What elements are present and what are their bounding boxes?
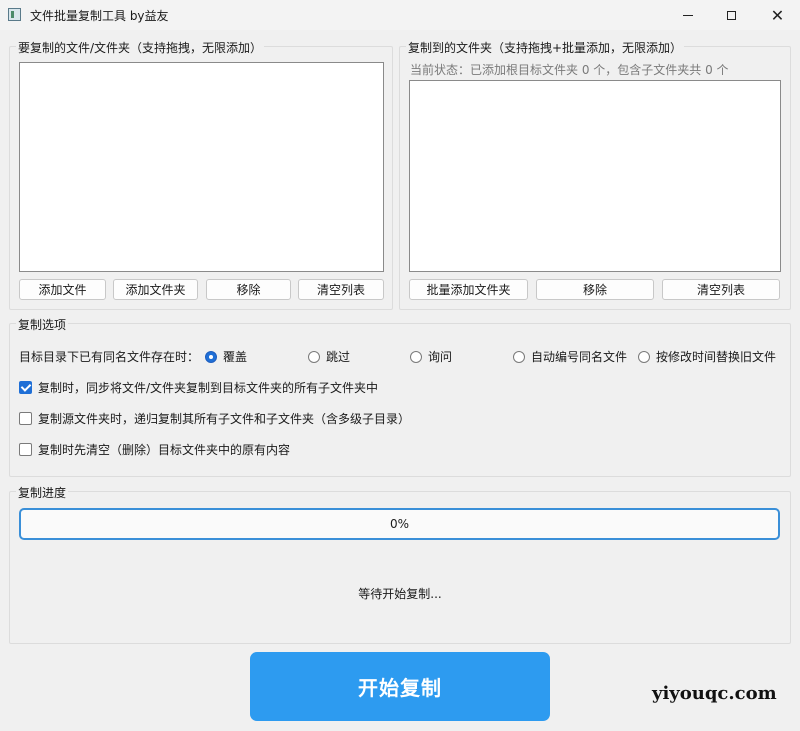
checkbox-recursive-copy[interactable]: 复制源文件夹时，递归复制其所有子文件和子文件夹（含多级子目录） — [19, 410, 410, 427]
progress-bar: 0% — [19, 508, 780, 540]
checkbox-indicator — [19, 443, 32, 456]
close-button[interactable]: ✕ — [755, 0, 800, 30]
radio-overwrite[interactable]: 覆盖 — [205, 348, 247, 365]
progress-group-title: 复制进度 — [16, 484, 69, 501]
radio-label: 自动编号同名文件 — [531, 350, 628, 364]
minimize-icon — [682, 14, 693, 16]
target-clear-button[interactable]: 清空列表 — [662, 279, 780, 300]
watermark: yiyouqc.com — [652, 683, 777, 704]
progress-percent-text: 0% — [389, 517, 410, 531]
options-group-title: 复制选项 — [16, 316, 69, 333]
radio-indicator — [638, 350, 650, 363]
source-group-title: 要复制的文件/文件夹（支持拖拽，无限添加） — [16, 39, 265, 56]
add-file-button[interactable]: 添加文件 — [19, 279, 106, 300]
checkbox-indicator — [19, 381, 32, 394]
radio-indicator — [308, 350, 320, 363]
window-title: 文件批量复制工具 by益友 — [30, 9, 169, 23]
checkbox-indicator — [19, 412, 32, 425]
maximize-button[interactable] — [709, 0, 754, 30]
checkbox-label: 复制时，同步将文件/文件夹复制到目标文件夹的所有子文件夹中 — [38, 381, 379, 395]
conflict-label: 目标目录下已有同名文件存在时： — [19, 350, 200, 364]
title-bar[interactable]: 文件批量复制工具 by益友 ✕ — [0, 0, 800, 30]
checkbox-label: 复制时先清空（删除）目标文件夹中的原有内容 — [38, 443, 291, 457]
radio-indicator — [205, 350, 217, 363]
close-icon: ✕ — [770, 5, 785, 25]
radio-label: 覆盖 — [223, 350, 248, 364]
checkbox-label: 复制源文件夹时，递归复制其所有子文件和子文件夹（含多级子目录） — [38, 412, 411, 426]
add-folder-button[interactable]: 添加文件夹 — [113, 279, 198, 300]
minimize-button[interactable] — [665, 0, 710, 30]
target-remove-button[interactable]: 移除 — [536, 279, 654, 300]
radio-label: 询问 — [428, 350, 453, 364]
maximize-icon — [727, 10, 736, 20]
start-copy-button[interactable]: 开始复制 — [250, 652, 550, 721]
radio-indicator — [410, 350, 422, 363]
batch-add-folder-button[interactable]: 批量添加文件夹 — [409, 279, 528, 300]
target-status-text: 当前状态：已添加根目标文件夹 0 个，包含子文件夹共 0 个 — [410, 63, 729, 77]
checkbox-sync-subfolders[interactable]: 复制时，同步将文件/文件夹复制到目标文件夹的所有子文件夹中 — [19, 379, 378, 396]
radio-auto-number[interactable]: 自动编号同名文件 — [513, 348, 627, 365]
radio-ask[interactable]: 询问 — [410, 348, 452, 365]
source-clear-button[interactable]: 清空列表 — [298, 279, 384, 300]
radio-replace-by-time[interactable]: 按修改时间替换旧文件 — [638, 348, 776, 365]
radio-label: 按修改时间替换旧文件 — [656, 350, 777, 364]
progress-status-text: 等待开始复制... — [358, 587, 442, 601]
target-group-title: 复制到的文件夹（支持拖拽+批量添加，无限添加） — [406, 39, 685, 56]
radio-label: 跳过 — [326, 350, 351, 364]
radio-indicator — [513, 350, 525, 363]
radio-skip[interactable]: 跳过 — [308, 348, 350, 365]
target-list[interactable] — [409, 80, 781, 272]
app-icon — [8, 8, 21, 21]
source-list[interactable] — [19, 62, 384, 272]
checkbox-clear-target[interactable]: 复制时先清空（删除）目标文件夹中的原有内容 — [19, 441, 290, 458]
source-remove-button[interactable]: 移除 — [206, 279, 291, 300]
